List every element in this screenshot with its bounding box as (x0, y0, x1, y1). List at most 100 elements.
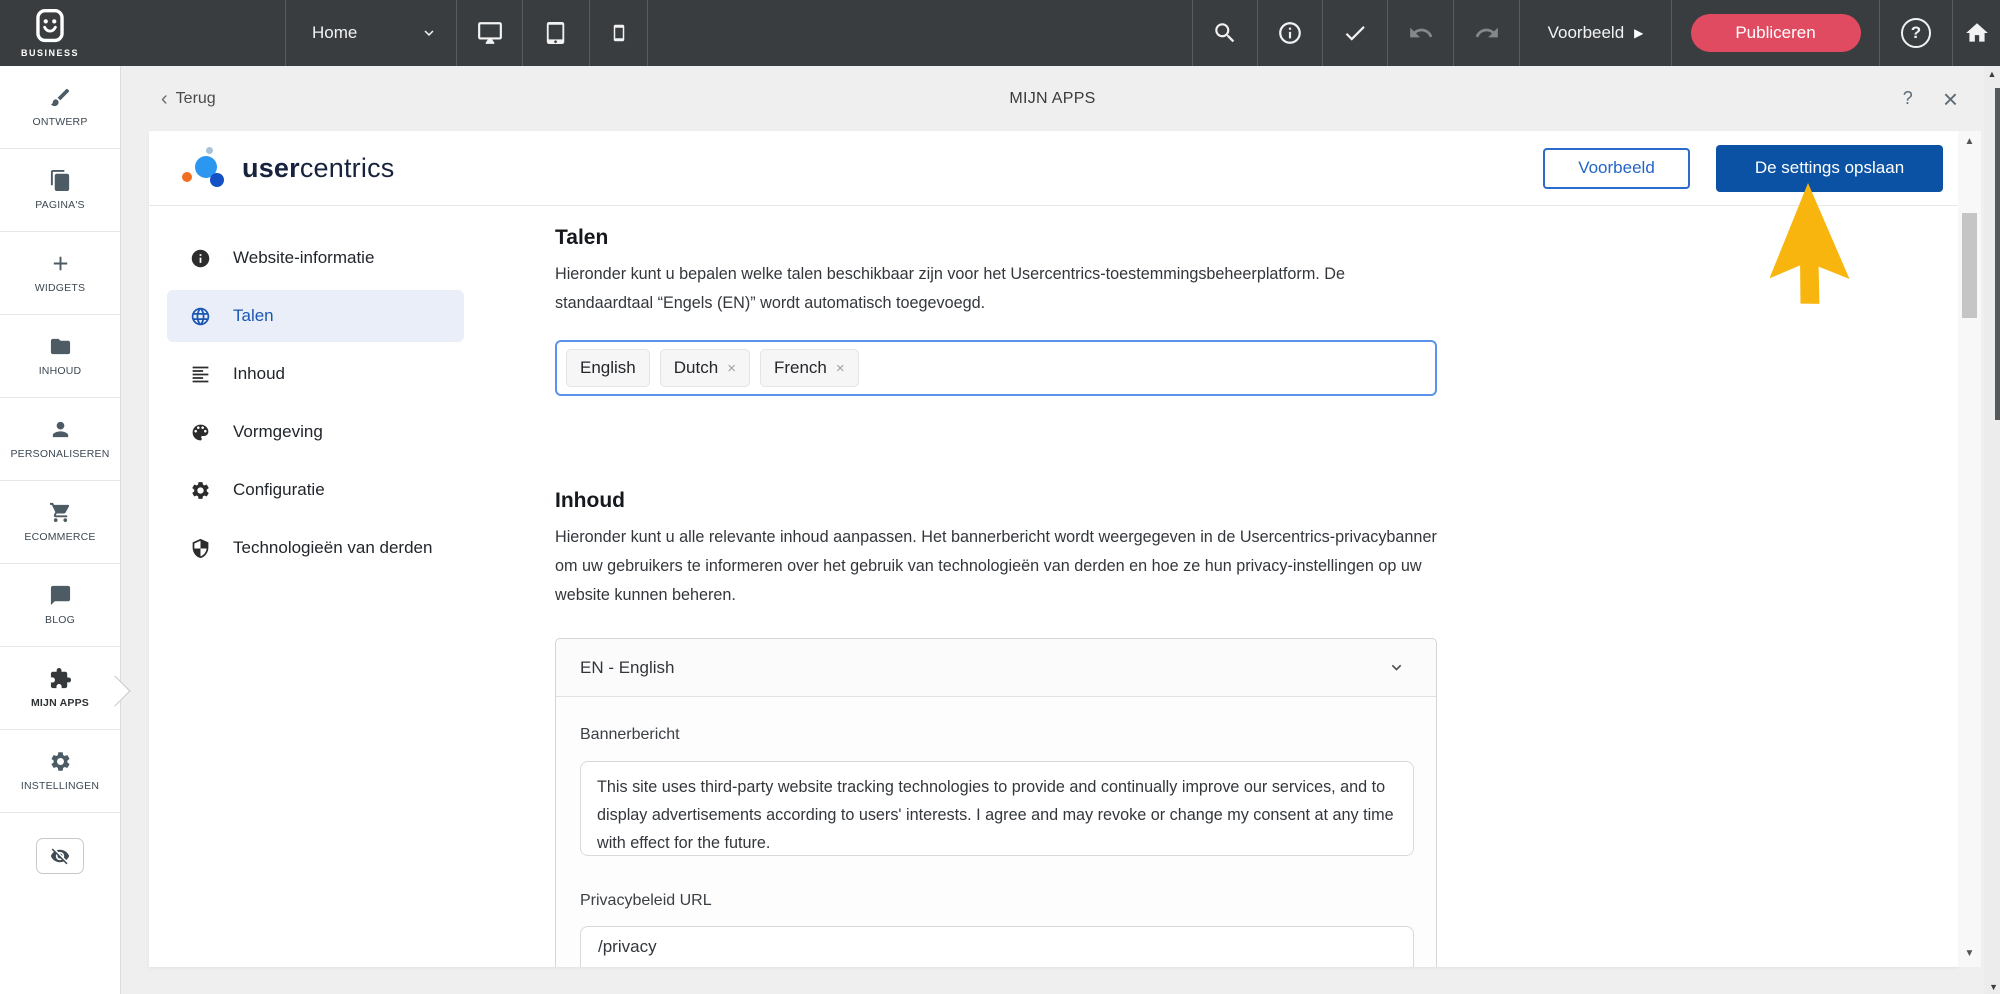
sidebar-label: PERSONALISEREN (10, 448, 110, 460)
nav-label: Talen (233, 306, 274, 325)
modal-close-button[interactable]: × (1943, 86, 1958, 112)
undo-button[interactable] (1387, 0, 1453, 66)
topbar-preview-label: Voorbeeld (1547, 23, 1625, 42)
sidebar-item-paginas[interactable]: PAGINA'S (0, 149, 120, 232)
page-scrollbar-thumb[interactable] (1995, 88, 2000, 420)
usercentrics-panel: usercentrics Voorbeeld De settings opsla… (149, 131, 1958, 967)
back-button[interactable]: ‹ Terug (161, 89, 216, 109)
banner-message-textarea[interactable]: This site uses third-party website track… (580, 761, 1414, 856)
topbar-help-button[interactable]: ? (1879, 0, 1952, 66)
search-button[interactable] (1192, 0, 1257, 66)
sidebar-label: INHOUD (38, 365, 82, 377)
language-tag-dutch: Dutch × (659, 349, 750, 387)
chat-icon (50, 585, 70, 606)
sidebar-item-instellingen[interactable]: INSTELLINGEN (0, 730, 120, 813)
scroll-down-icon[interactable]: ▼ (1958, 948, 1981, 959)
page-selector-dropdown[interactable]: Home (285, 0, 456, 66)
usercentrics-wordmark: usercentrics (242, 152, 395, 183)
search-icon (1215, 23, 1235, 43)
text-lines-icon (192, 366, 209, 382)
remove-tag-icon[interactable]: × (836, 360, 845, 377)
sidebar-item-ontwerp[interactable]: ONTWERP (0, 66, 120, 149)
redo-button[interactable] (1453, 0, 1519, 66)
chevron-down-icon (1391, 664, 1402, 671)
language-accordion-body: Bannerbericht This site uses third-party… (556, 697, 1436, 967)
business-smiley-icon (36, 9, 64, 43)
sidebar-item-ecommerce[interactable]: ECOMMERCE (0, 481, 120, 564)
nav-item-vormgeving[interactable]: Vormgeving (167, 406, 464, 458)
selected-language: EN - English (580, 657, 675, 677)
uc-preview-button[interactable]: Voorbeeld (1543, 147, 1690, 189)
device-phone-button[interactable] (589, 0, 647, 66)
nav-item-talen[interactable]: Talen (167, 290, 464, 342)
settings-content: Talen Hieronder kunt u bepalen welke tal… (555, 206, 1437, 967)
page-scrollbar[interactable]: ▲ ▼ (1984, 66, 2000, 994)
talen-description: Hieronder kunt u bepalen welke talen bes… (555, 265, 1345, 312)
nav-label: Website-informatie (233, 248, 375, 267)
modal-title: MIJN APPS (1009, 89, 1096, 107)
play-icon: ▶ (1634, 26, 1644, 40)
modal-header: ‹ Terug MIJN APPS ? × (121, 66, 1984, 131)
folder-icon (50, 338, 70, 355)
device-desktop-button[interactable] (456, 0, 522, 66)
usercentrics-logo-icon (180, 145, 232, 191)
scroll-down-icon[interactable]: ▼ (1989, 982, 1998, 992)
languages-input[interactable]: English Dutch × French × (555, 340, 1437, 396)
panel-scrollbar[interactable]: ▲ ▼ (1958, 131, 1981, 967)
uc-save-settings-button[interactable]: De settings opslaan (1716, 144, 1943, 192)
builder-logo: BUSINESS (0, 0, 100, 66)
apply-check-button[interactable] (1322, 0, 1387, 66)
check-icon (1345, 26, 1365, 41)
sidebar-item-blog[interactable]: BLOG (0, 564, 120, 647)
topbar-preview-button[interactable]: Voorbeeld ▶ (1519, 0, 1671, 66)
builder-sidebar: ONTWERP PAGINA'S WIDGETS INHOUD PERSONAL… (0, 66, 121, 994)
usercentrics-body: Website-informatie Talen Inhoud Vormgevi… (149, 206, 1958, 967)
nav-item-configuratie[interactable]: Configuratie (167, 464, 464, 516)
desktop-icon (477, 22, 502, 44)
nav-label: Inhoud (233, 364, 285, 383)
home-button[interactable] (1952, 0, 2000, 66)
eye-off-icon (50, 848, 70, 865)
privacy-url-label: Privacybeleid URL (580, 892, 712, 909)
topbar-flex-spacer (647, 0, 1192, 66)
language-tag-french: French × (759, 349, 859, 387)
sidebar-label: MIJN APPS (30, 697, 89, 709)
privacy-url-input[interactable] (580, 926, 1414, 967)
help-icon: ? (1901, 18, 1931, 48)
shield-icon (192, 538, 209, 558)
remove-tag-icon[interactable]: × (727, 360, 736, 377)
talen-title: Talen (555, 226, 609, 249)
puzzle-icon (50, 667, 71, 689)
device-tablet-button[interactable] (522, 0, 589, 66)
pages-icon (50, 169, 69, 192)
scroll-up-icon[interactable]: ▲ (1984, 69, 2000, 79)
tag-label: English (580, 358, 636, 377)
sidebar-label: ONTWERP (32, 116, 88, 128)
panel-scrollbar-thumb[interactable] (1962, 213, 1977, 318)
sidebar-item-personaliseren[interactable]: PERSONALISEREN (0, 398, 120, 481)
app-window: BUSINESS Home Voorbeeld ▶ Publiceren ? O… (0, 0, 2000, 994)
publish-button[interactable]: Publiceren (1690, 14, 1861, 52)
usercentrics-actions: Voorbeeld De settings opslaan (1543, 144, 1943, 192)
page-selector-value: Home (312, 23, 358, 42)
nav-item-website-informatie[interactable]: Website-informatie (167, 232, 464, 284)
builder-topbar: BUSINESS Home Voorbeeld ▶ Publiceren ? (0, 0, 2000, 66)
sidebar-label: ECOMMERCE (24, 531, 96, 543)
language-accordion-header[interactable]: EN - English (556, 639, 1436, 697)
language-accordion: EN - English Bannerbericht This site use… (555, 638, 1437, 967)
modal-actions: ? × (1903, 86, 1958, 112)
scroll-up-icon[interactable]: ▲ (1958, 136, 1981, 147)
sidebar-label: PAGINA'S (35, 199, 85, 211)
info-button[interactable] (1257, 0, 1322, 66)
sidebar-item-inhoud[interactable]: INHOUD (0, 315, 120, 398)
modal-help-button[interactable]: ? (1903, 88, 1913, 109)
globe-icon (191, 307, 210, 325)
sidebar-item-widgets[interactable]: WIDGETS (0, 232, 120, 315)
sidebar-footer (0, 813, 120, 899)
builder-logo-label: BUSINESS (20, 48, 79, 58)
hide-preview-button[interactable] (36, 838, 84, 874)
tag-label: French (773, 358, 827, 377)
inhoud-description: Hieronder kunt u alle relevante inhoud a… (555, 528, 1437, 604)
nav-item-inhoud[interactable]: Inhoud (167, 348, 464, 400)
nav-item-technologieen-van-derden[interactable]: Technologieën van derden (167, 522, 464, 574)
